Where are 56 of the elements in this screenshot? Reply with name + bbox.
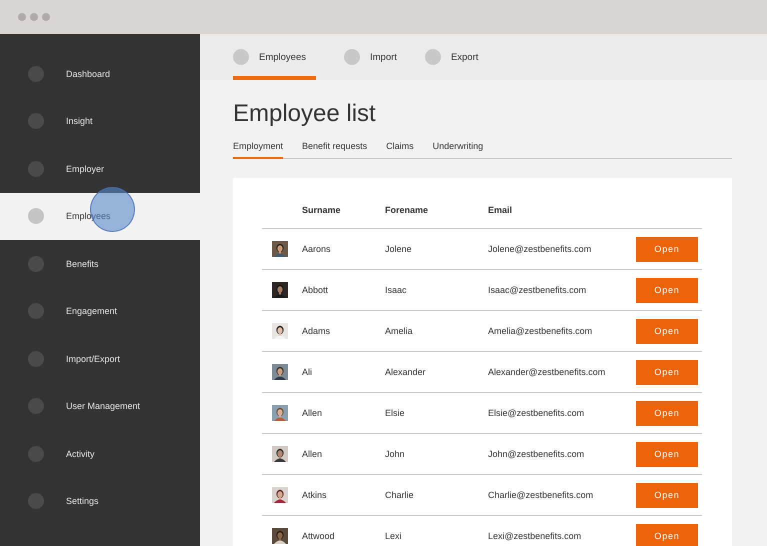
sidebar-item[interactable]: Engagement [0,288,200,335]
column-header: Email [488,205,514,215]
table-cell-text: Abbott [302,285,330,295]
table-cell-text: Adams [302,326,332,336]
sidebar-item[interactable]: Insight [0,98,200,145]
table-cell-text: Jolene [385,244,413,254]
table-cell-text: Isaac@zestbenefits.com [488,285,588,295]
tab[interactable]: Export [424,34,478,80]
table-cell-text: Amelia@zestbenefits.com [488,326,594,336]
table-cell-text: Allen [302,408,324,418]
tab[interactable]: Import [344,34,397,80]
table-cell-text: Attwood [302,531,336,541]
sidebar-item[interactable]: Activity [0,430,200,478]
column-header: Forename [385,205,430,215]
circle-icon [233,49,249,65]
sidebar-item[interactable]: Benefits [0,240,200,288]
circle-icon [28,493,44,510]
tab[interactable]: Employment [233,138,284,159]
table-cell-text: Alexander [385,367,427,377]
page-title: Employee list [233,100,377,128]
table-cell-text: Isaac [385,285,408,295]
table-cell-text: Allen [302,449,324,459]
table-cell-text: Elsie [385,408,406,418]
sidebar-item[interactable]: Import/Export [0,335,200,382]
table-cell-text: Alexander@zestbenefits.com [488,367,606,377]
table-cell-text: Aarons [302,244,332,254]
sidebar-item[interactable]: Dashboard [0,50,200,98]
circle-icon [344,49,360,65]
circle-icon [28,398,44,414]
sidebar-item[interactable]: User Management [0,382,200,430]
circle-icon [424,49,441,65]
table-cell-text: Amelia [385,326,414,336]
table-cell-text: John@zestbenefits.com [488,449,586,459]
sidebar-item[interactable]: Settings [0,478,200,525]
sidebar-item[interactable]: Employer [0,145,200,192]
circle-icon [28,350,44,367]
tab[interactable]: Employees [233,34,316,80]
circle-icon [28,446,44,462]
circle-icon [28,66,44,82]
circle-icon [28,256,44,272]
tab[interactable]: Benefit requests [302,138,368,159]
circle-icon [28,303,44,320]
circle-icon [28,208,44,224]
table-cell-text: John [385,449,406,459]
table-cell-text: Charlie@zestbenefits.com [488,490,594,500]
table-cell-text: Ali [302,367,314,377]
table-cell-text: Lexi [385,531,403,541]
tab[interactable]: Underwriting [432,138,484,159]
table-cell-text: Charlie [385,490,415,500]
table-cell-text: Atkins [302,490,328,500]
circle-icon [28,160,44,177]
table-cell-text: Lexi@zestbenefits.com [488,531,582,541]
table-cell-text: Jolene@zestbenefits.com [488,244,592,254]
table-cell-text: Elsie@zestbenefits.com [488,408,586,418]
tab[interactable]: Claims [386,138,414,159]
column-header: Surname [302,205,342,215]
